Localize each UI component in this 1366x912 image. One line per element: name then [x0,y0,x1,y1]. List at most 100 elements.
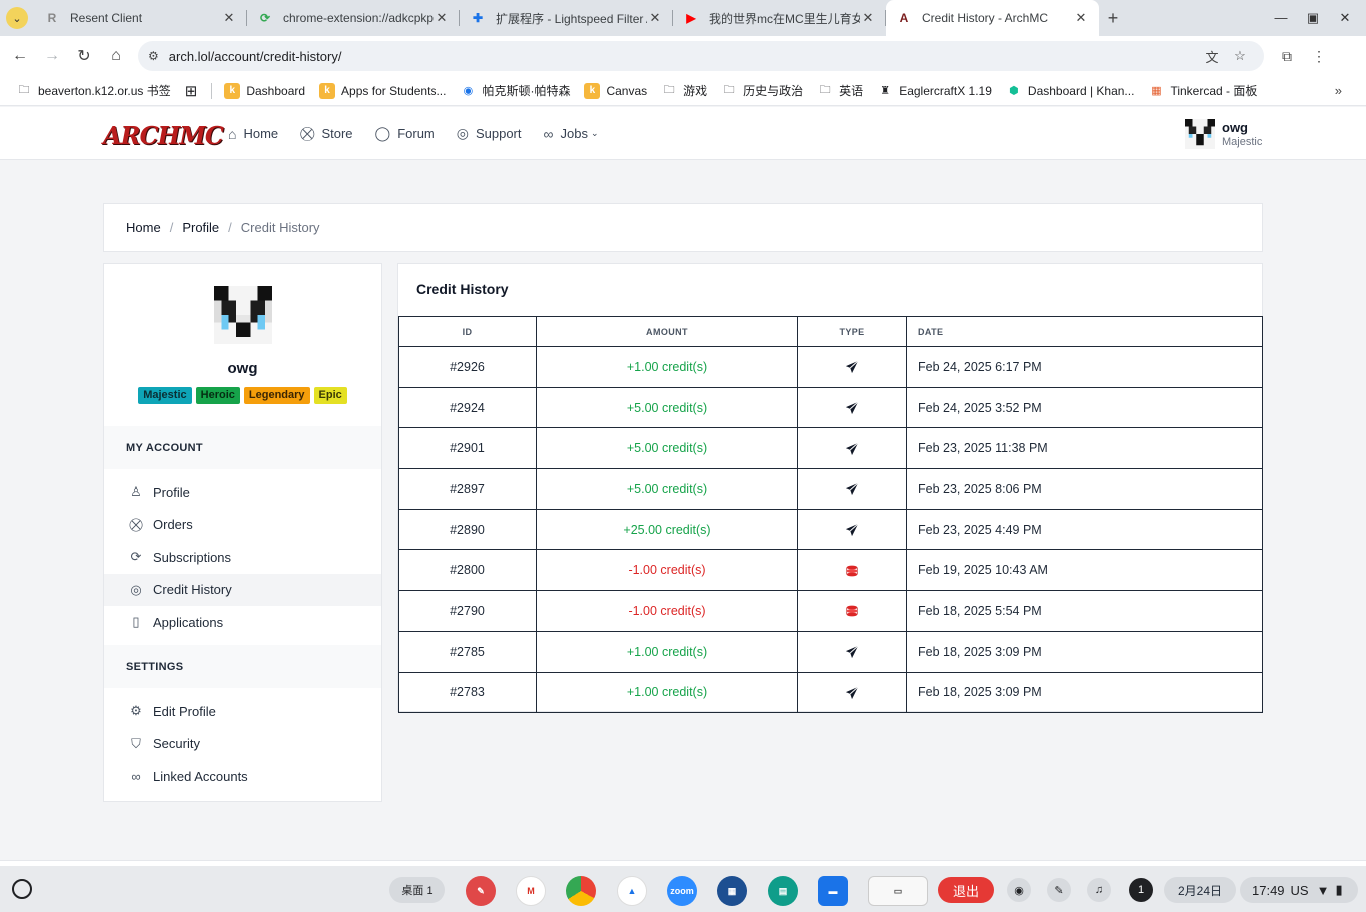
bookmark-item[interactable]: k Canvas [584,82,647,99]
bookmark-item[interactable]: ◉ 帕克斯顿·帕特森 [460,82,571,99]
back-arrow-icon[interactable]: ← [4,47,36,65]
user-menu[interactable]: owg Majestic [1185,119,1262,149]
bookmark-label: Apps for Students... [341,83,447,98]
bookmark-item[interactable]: ♜ EaglercraftX 1.19 [877,83,992,99]
sidebar-item-linked-accounts[interactable]: ∞ Linked Accounts [104,760,381,793]
status-area[interactable]: 17:49 US ▼ ▮ [1240,877,1358,903]
archmc-logo[interactable]: ARCHMC [103,121,224,150]
credit-type [797,427,907,470]
close-tab-icon[interactable]: ✕ [1073,10,1089,26]
sidebar-item-label: Subscriptions [153,549,232,565]
tab-search-button[interactable]: ⌄ [6,7,28,29]
nav-home[interactable]: ⌂ Home [228,126,278,142]
sidebar-item-profile[interactable]: ♙ Profile [104,476,381,509]
khan-academy-icon: ⬢ [1009,85,1019,97]
profile-avatar-icon [214,286,272,344]
desk-switcher[interactable]: 桌面 1 [389,877,445,903]
volume-icon[interactable]: ◉ [1007,878,1031,902]
credit-date: Feb 23, 2025 11:38 PM [906,427,1263,470]
bookmark-item[interactable]: ▦ Tinkercad - 面板 [1148,82,1257,99]
address-bar[interactable]: ⚙ arch.lol/account/credit-history/ 文 ☆ [138,41,1264,71]
new-tab-button[interactable]: + [1099,8,1127,29]
sidebar-item-applications[interactable]: ▯ Applications [104,606,381,639]
bookmark-label: 历史与政治 [743,84,804,98]
close-tab-icon[interactable]: ✕ [860,10,876,26]
column-header-type: TYPE [797,316,907,347]
chrome-menu-icon[interactable]: ⋮ [1308,48,1330,65]
bookmark-item[interactable]: k Apps for Students... [319,82,447,99]
bookmark-item[interactable]: 🗀 游戏 [661,82,708,99]
bookmark-item[interactable]: 🗀 英语 [817,82,864,99]
minimize-icon[interactable]: — [1270,10,1292,26]
column-header-id: ID [398,316,537,347]
breadcrumb-home[interactable]: Home [126,220,161,235]
table-row: #2901 +5.00 credit(s) Feb 23, 2025 11:38… [398,427,1263,470]
nav-forum[interactable]: ◯ Forum [375,125,435,142]
forward-arrow-icon[interactable]: → [36,47,68,65]
nav-store[interactable]: ⛒ Store [300,125,352,142]
close-window-icon[interactable]: ✕ [1334,10,1356,26]
maximize-icon[interactable]: ▣ [1302,10,1324,26]
minecraft-app-icon[interactable]: ▦ [717,876,747,906]
exit-button[interactable]: 退出 [938,877,994,903]
translate-icon[interactable]: 文 [1198,47,1226,66]
close-tab-icon[interactable]: ✕ [221,10,237,26]
send-icon [845,482,859,496]
paint-app-icon[interactable]: ✎ [466,876,496,906]
extensions-icon[interactable]: ⧉ [1276,48,1298,65]
browser-tab[interactable]: A Credit History - ArchMC ✕ [886,0,1099,36]
stylus-icon[interactable]: ✎ [1047,878,1071,902]
browser-tab[interactable]: ⟳ chrome-extension://adkcpkpg ✕ [247,0,460,36]
sidebar-item-subscriptions[interactable]: ⟳ Subscriptions [104,541,381,574]
url-text[interactable]: arch.lol/account/credit-history/ [169,49,1198,64]
bookmark-star-icon[interactable]: ☆ [1226,48,1254,64]
table-row: #2890 +25.00 credit(s) Feb 23, 2025 4:49… [398,508,1263,551]
chrome-icon[interactable] [566,876,596,906]
breadcrumb-separator: / [228,220,232,235]
sidebar-item-orders[interactable]: ⛒ Orders [104,509,381,542]
date-pill[interactable]: 2月24日 [1164,877,1236,903]
browser-tab[interactable]: ▶ 我的世界mc在MC里生儿育女 ✕ [673,0,886,36]
files-drive-icon[interactable]: ▲ [617,876,647,906]
browser-tab[interactable]: ✚ 扩展程序 - Lightspeed Filter A ✕ [460,0,673,36]
sidebar-item-security[interactable]: ⛉ Security [104,728,381,761]
bookmark-item[interactable]: 🗀 beaverton.k12.or.us 书签 [16,82,171,99]
site-nav: ⌂ Home ⛒ Store ◯ Forum ◎ Support ∞ Jobs ⌄ [228,107,621,160]
browser-tab[interactable]: R Resent Client ✕ [34,0,247,36]
nav-jobs[interactable]: ∞ Jobs ⌄ [544,126,599,142]
classroom-icon[interactable]: ▤ [768,876,798,906]
files-folder-icon[interactable]: ▬ [818,876,848,906]
close-tab-icon[interactable]: ✕ [434,10,450,26]
bookmark-label: beaverton.k12.or.us 书签 [38,84,171,98]
bookmarks-overflow-icon[interactable]: » [1335,83,1342,98]
credit-amount: -1.00 credit(s) [536,549,798,592]
launcher-icon[interactable] [12,879,32,899]
sidebar-item-edit-profile[interactable]: ⚙ Edit Profile [104,695,381,728]
site-info-icon[interactable]: ⚙ [148,49,159,63]
sidebar-item-credit-history[interactable]: ◎ Credit History [104,573,381,606]
credit-amount: +1.00 credit(s) [536,630,798,673]
breadcrumb-profile[interactable]: Profile [182,220,219,235]
media-controls-icon[interactable]: ♫ [1087,878,1111,902]
reload-icon[interactable]: ↻ [68,46,100,66]
settings-menu: ⚙ Edit Profile ⛉ Security ∞ Linked Account… [104,695,381,793]
bookmark-item[interactable]: k Dashboard [224,82,305,99]
credit-date: Feb 23, 2025 4:49 PM [906,508,1263,551]
gmail-icon[interactable]: M [516,876,546,906]
bookmark-item[interactable]: ⬢ Dashboard | Khan... [1006,83,1134,99]
send-icon [845,523,859,537]
folder-icon: 🗀 [819,84,831,96]
ext-favicon-icon: ⟳ [259,11,271,25]
close-tab-icon[interactable]: ✕ [647,10,663,26]
zoom-icon[interactable]: zoom [667,876,697,906]
notification-count-badge[interactable]: 1 [1129,878,1153,902]
credit-date: Feb 24, 2025 6:17 PM [906,346,1263,388]
credit-type [797,590,907,632]
home-icon[interactable]: ⌂ [100,47,132,65]
window-preview-thumbnail[interactable]: ▭ [868,876,928,906]
bookmark-item[interactable]: 🗀 历史与政治 [721,82,804,99]
tinkercad-icon: ▦ [1151,85,1162,97]
nav-support[interactable]: ◎ Support [457,125,522,142]
credit-type [797,671,907,714]
apps-grid-icon[interactable]: ⊞ [185,82,198,100]
